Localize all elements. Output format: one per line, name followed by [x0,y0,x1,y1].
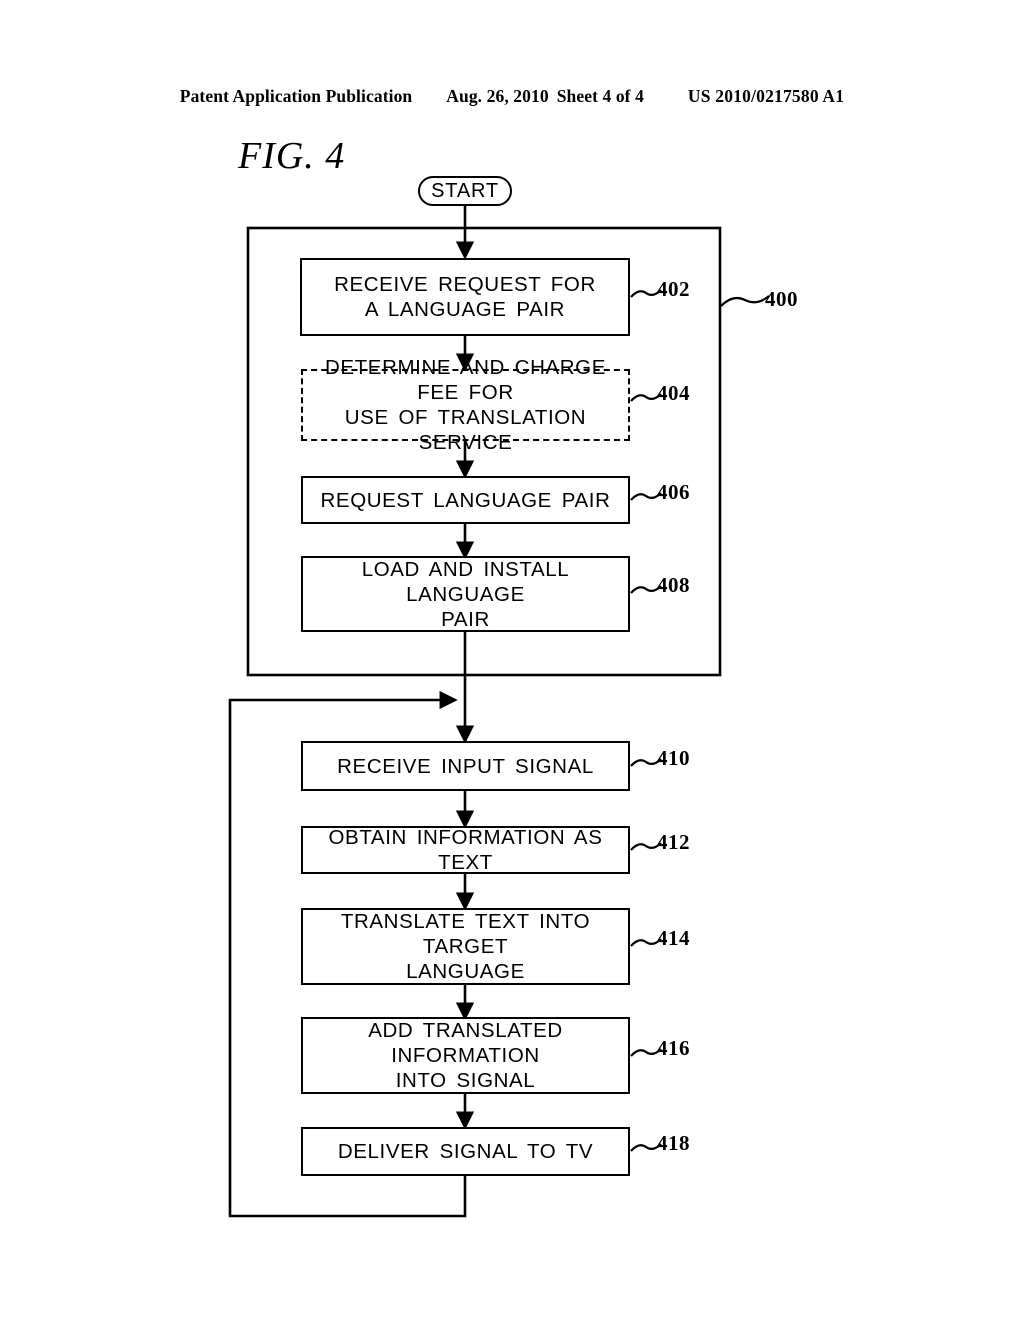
flow-box-410-label: RECEIVE INPUT SIGNAL [337,754,594,778]
ref-numeral-404: 404 [657,381,690,405]
flow-box-402[interactable]: RECEIVE REQUEST FOR A LANGUAGE PAIR [300,258,630,336]
flow-box-414-label: TRANSLATE TEXT INTO TARGET LANGUAGE [340,910,591,983]
flow-terminator-start[interactable]: START [418,176,512,206]
flow-box-414[interactable]: TRANSLATE TEXT INTO TARGET LANGUAGE [301,908,630,985]
flow-box-412-label: OBTAIN INFORMATION AS TEXT [328,826,603,874]
flow-box-418[interactable]: DELIVER SIGNAL TO TV [301,1127,630,1176]
flow-box-416[interactable]: ADD TRANSLATED INFORMATION INTO SIGNAL [301,1017,630,1094]
flow-box-418-label: DELIVER SIGNAL TO TV [337,1140,594,1163]
flow-box-410[interactable]: RECEIVE INPUT SIGNAL [301,741,630,791]
ref-numeral-402: 402 [657,277,690,301]
ref-numeral-400: 400 [765,287,798,311]
ref-numeral-418: 418 [657,1131,690,1155]
flow-box-416-label: ADD TRANSLATED INFORMATION INTO SIGNAL [368,1019,563,1092]
ref-numeral-408: 408 [657,573,690,597]
flow-terminator-start-label: START [431,179,499,202]
figure-drawing-canvas [0,0,1024,1320]
flow-box-408-label: LOAD AND INSTALL LANGUAGE PAIR [361,557,570,631]
ref-numeral-406: 406 [657,480,690,504]
ref-numeral-414: 414 [657,926,690,950]
ref-numeral-412: 412 [657,830,690,854]
flow-box-408[interactable]: LOAD AND INSTALL LANGUAGE PAIR [301,556,630,632]
ref-numeral-416: 416 [657,1036,690,1060]
flow-box-406[interactable]: REQUEST LANGUAGE PAIR [301,476,630,524]
flow-box-406-label: REQUEST LANGUAGE PAIR [320,488,611,512]
flow-box-404-label: DETERMINE AND CHARGE FEE FOR USE OF TRAN… [325,356,606,454]
flow-box-404[interactable]: DETERMINE AND CHARGE FEE FOR USE OF TRAN… [301,356,630,454]
flow-box-412[interactable]: OBTAIN INFORMATION AS TEXT [301,826,630,874]
leader-line-400 [720,295,770,307]
flow-box-402-label: RECEIVE REQUEST FOR A LANGUAGE PAIR [334,273,596,321]
ref-numeral-410: 410 [657,746,690,770]
